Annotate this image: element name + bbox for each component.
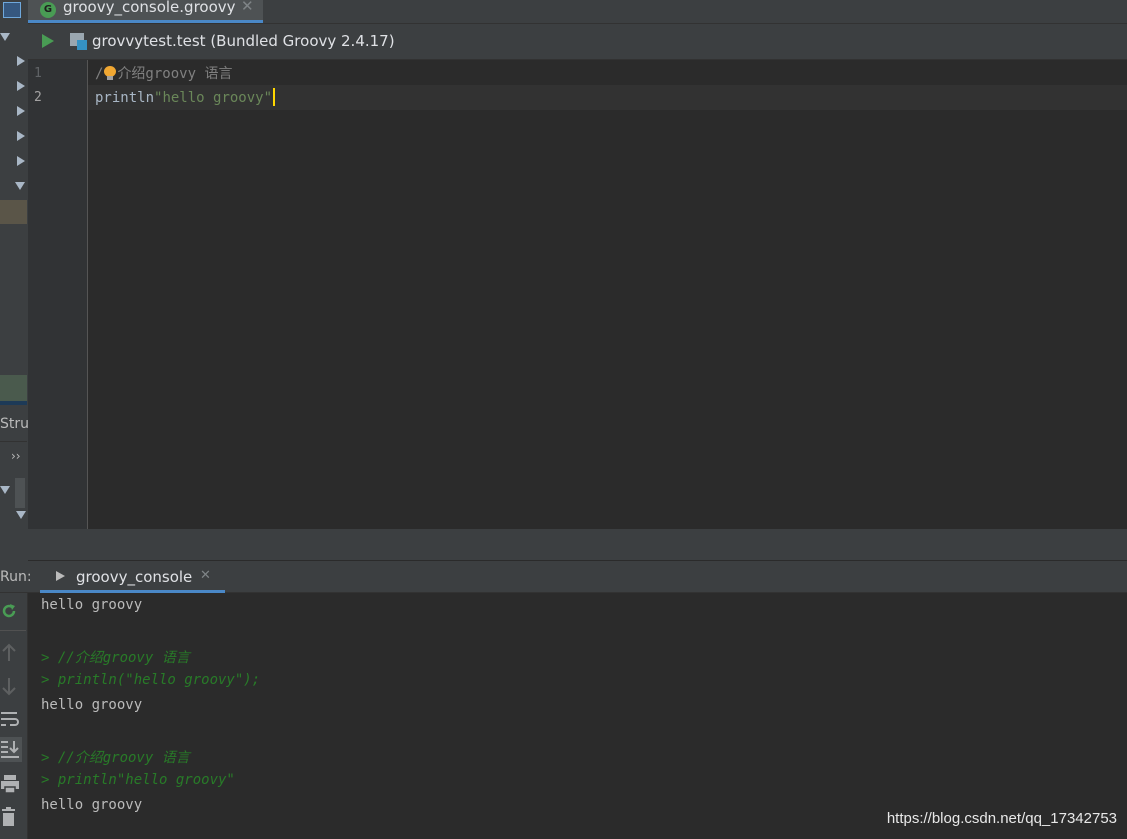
run-tab-label[interactable]: groovy_console	[76, 568, 192, 586]
tree-expand-icon[interactable]	[17, 156, 25, 166]
watermark-text: https://blog.csdn.net/qq_17342753	[886, 810, 1117, 827]
console-line: hello groovy	[41, 697, 143, 713]
comment-prefix: /	[95, 66, 104, 82]
tree-selected-row[interactable]	[0, 200, 27, 224]
text-cursor	[273, 88, 276, 106]
run-config-label[interactable]: grovvytest.test (Bundled Groovy 2.4.17)	[92, 32, 395, 50]
divider	[0, 441, 27, 442]
console-line: > //介绍groovy 语言	[41, 750, 190, 766]
active-tab-indicator	[28, 20, 263, 23]
console-line: > println"hello groovy"	[41, 772, 235, 788]
console-line: > //介绍groovy 语言	[41, 650, 190, 666]
run-config-toolbar: grovvytest.test (Bundled Groovy 2.4.17)	[28, 24, 1127, 60]
tab-label: groovy_console.groovy	[63, 0, 236, 16]
divider	[0, 630, 26, 631]
up-arrow-icon[interactable]	[0, 643, 18, 667]
line-number: 2	[34, 90, 42, 105]
rerun-icon[interactable]	[0, 602, 16, 618]
editor-bottom-bar	[28, 529, 1127, 560]
module-icon	[70, 33, 87, 50]
more-tools-icon[interactable]: ››	[11, 449, 21, 463]
scrollbar-thumb[interactable]	[15, 478, 25, 508]
code-string: "hello groovy"	[154, 90, 273, 106]
tree-highlighted-row[interactable]	[0, 375, 27, 401]
soft-wrap-icon[interactable]	[0, 710, 20, 732]
tree-expand-icon[interactable]	[17, 131, 25, 141]
tree-collapse-icon[interactable]	[15, 182, 25, 190]
print-icon[interactable]	[0, 774, 20, 798]
tree-expand-icon[interactable]	[17, 56, 25, 66]
run-panel-label: Run:	[0, 569, 32, 585]
code-keyword: println	[95, 90, 155, 106]
tree-collapse-icon[interactable]	[0, 486, 10, 494]
console-output[interactable]: hello groovy > //介绍groovy 语言 > println("…	[28, 593, 1127, 839]
console-run-icon	[56, 571, 65, 581]
comment-text: 介绍groovy 语言	[117, 66, 233, 82]
tree-expand-icon[interactable]	[17, 106, 25, 116]
run-panel-header: Run: groovy_console ✕	[0, 561, 1127, 593]
trash-icon[interactable]	[0, 807, 18, 831]
line-number: 1	[34, 66, 42, 81]
project-view-icon[interactable]	[3, 2, 21, 18]
run-icon[interactable]	[42, 34, 54, 48]
console-line: hello groovy	[41, 797, 143, 813]
code-line-1[interactable]: / 介绍groovy 语言	[95, 63, 232, 83]
console-line: > println("hello groovy");	[41, 672, 261, 688]
groovy-file-icon: G	[40, 2, 56, 18]
code-line-2[interactable]: println"hello groovy"	[95, 88, 276, 106]
panel-divider	[0, 401, 27, 405]
close-tab-icon[interactable]: ✕	[241, 0, 254, 15]
tree-collapse-icon[interactable]	[16, 511, 26, 519]
structure-panel-label[interactable]: Stru	[0, 416, 29, 432]
scroll-to-end-icon[interactable]	[0, 737, 22, 762]
console-line: hello groovy	[41, 597, 143, 613]
editor-gutter: 1 2	[28, 60, 88, 529]
lightbulb-icon[interactable]	[103, 66, 117, 80]
tree-collapse-icon[interactable]	[0, 33, 10, 41]
close-run-tab-icon[interactable]: ✕	[200, 568, 211, 583]
run-toolbar	[0, 593, 28, 839]
down-arrow-icon[interactable]	[0, 676, 18, 700]
tree-expand-icon[interactable]	[17, 81, 25, 91]
